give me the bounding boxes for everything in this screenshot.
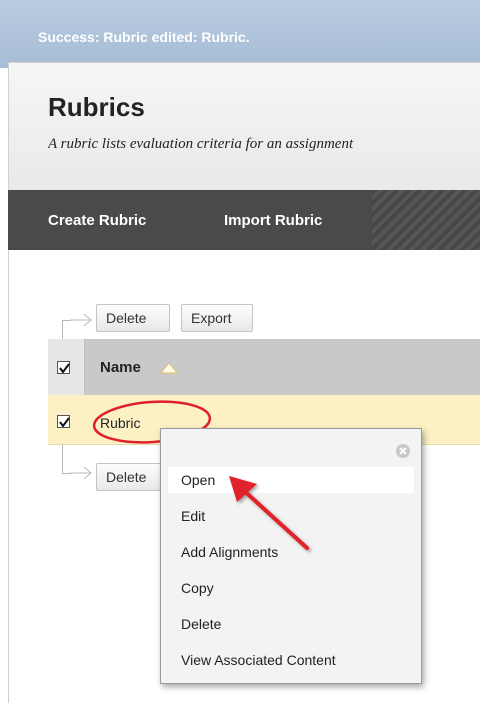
- checkmark-icon: [59, 417, 70, 428]
- column-header-name[interactable]: Name: [100, 359, 141, 376]
- menu-item-copy[interactable]: Copy: [168, 575, 414, 601]
- top-connector-arrow-icon: [70, 313, 92, 327]
- content-border: [8, 250, 9, 703]
- success-message: Success: Rubric edited: Rubric.: [38, 29, 250, 45]
- delete-button-top[interactable]: Delete: [96, 304, 170, 332]
- menu-item-view-associated-content[interactable]: View Associated Content: [168, 647, 414, 673]
- delete-button-bottom[interactable]: Delete: [96, 463, 170, 491]
- page-description: A rubric lists evaluation criteria for a…: [48, 136, 354, 152]
- sort-ascending-icon[interactable]: [160, 362, 178, 374]
- page-title: Rubrics: [48, 92, 145, 122]
- select-all-checkbox[interactable]: [57, 361, 70, 374]
- menu-item-delete[interactable]: Delete: [168, 611, 414, 637]
- action-bar-pattern: [372, 190, 480, 250]
- page-header: [8, 62, 480, 191]
- close-circle-icon[interactable]: [395, 443, 411, 459]
- row-checkbox[interactable]: [57, 415, 70, 428]
- bottom-connector-arrow-icon: [70, 466, 92, 480]
- export-button[interactable]: Export: [181, 304, 253, 332]
- checkmark-icon: [59, 363, 70, 374]
- annotation-arrow: [229, 476, 309, 550]
- create-rubric-button[interactable]: Create Rubric: [48, 212, 146, 229]
- import-rubric-button[interactable]: Import Rubric: [224, 212, 322, 229]
